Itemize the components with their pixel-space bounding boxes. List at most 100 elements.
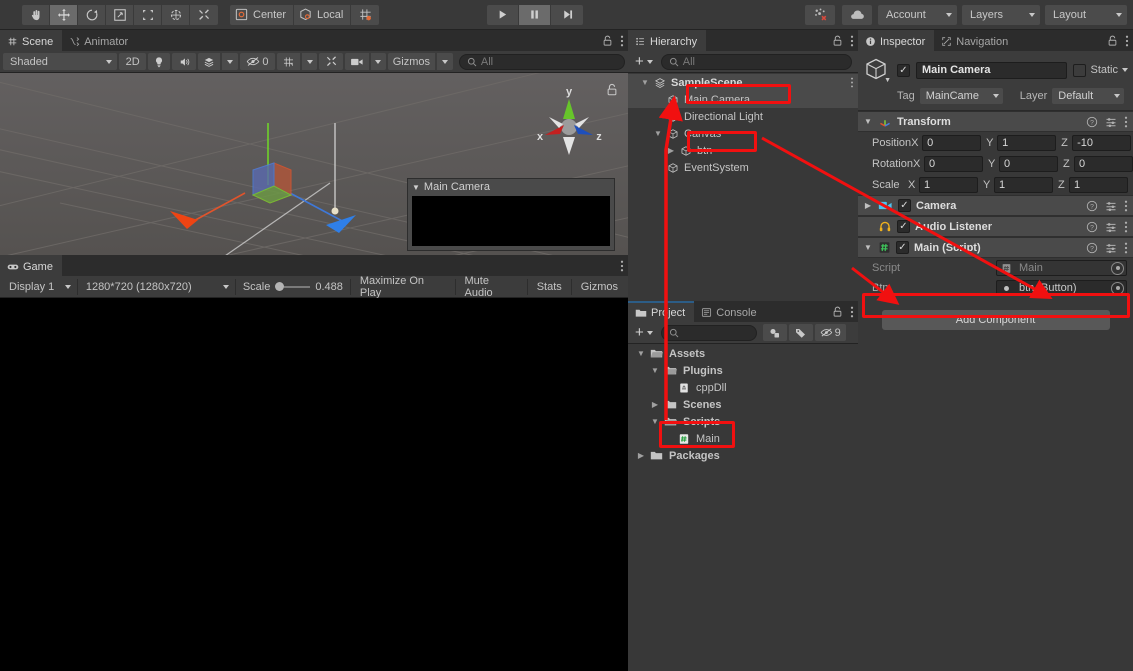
hierarchy-add-button[interactable]: + (631, 53, 657, 70)
hierarchy-search-input[interactable]: All (660, 53, 852, 70)
component-header-camera[interactable]: ▶ ✓ Camera? (858, 195, 1133, 216)
component-enabled-checkbox[interactable]: ✓ (897, 220, 910, 233)
transform-position-x-input[interactable]: 0 (922, 134, 982, 151)
resolution-dropdown[interactable]: 1280*720 (1280x720) (80, 278, 233, 295)
layers-dropdown[interactable]: Layers (962, 4, 1040, 25)
lock-icon[interactable] (602, 35, 613, 47)
scene-fx-button[interactable] (197, 53, 220, 70)
project-item-assets[interactable]: ▼ Assets (628, 345, 858, 362)
camera-preview-header[interactable]: ▼ Main Camera (408, 179, 614, 195)
scene-axis-gizmo[interactable]: y x z (527, 81, 611, 165)
chevron-down-icon[interactable]: ▼ (635, 349, 647, 358)
more-options-icon[interactable] (620, 260, 624, 272)
chevron-right-icon[interactable]: ▶ (665, 146, 677, 155)
scale-tool-button[interactable] (106, 4, 134, 25)
project-item-main[interactable]: Main (628, 430, 858, 447)
tab-project[interactable]: Project (628, 301, 695, 322)
transform-scale-y-input[interactable]: 1 (994, 176, 1053, 193)
more-options-icon[interactable] (850, 77, 854, 88)
more-options-icon[interactable] (1124, 116, 1128, 128)
help-icon[interactable]: ? (1086, 116, 1098, 128)
hierarchy-item-directional-light[interactable]: Directional Light (628, 108, 858, 125)
chevron-down-icon[interactable]: ▼ (649, 417, 661, 426)
btn-object-field[interactable]: btn (Button) (996, 280, 1127, 296)
help-icon[interactable]: ? (1086, 242, 1098, 254)
scene-tools-button[interactable] (319, 53, 343, 70)
play-button[interactable] (487, 4, 519, 25)
project-add-button[interactable]: + (631, 324, 657, 341)
custom-editor-tool-button[interactable] (190, 4, 218, 25)
hierarchy-item-btn[interactable]: ▶ btn (628, 142, 858, 159)
display-dropdown[interactable]: Display 1 (3, 278, 75, 295)
gameobject-name-input[interactable]: Main Camera (916, 61, 1068, 79)
scene-search-input[interactable]: All (458, 53, 626, 70)
preset-icon[interactable] (1105, 221, 1117, 233)
draw-mode-dropdown[interactable]: Shaded (3, 53, 118, 70)
component-enabled-checkbox[interactable]: ✓ (896, 241, 909, 254)
chevron-down-icon[interactable] (1122, 68, 1128, 72)
transform-scale-x-input[interactable]: 1 (919, 176, 978, 193)
help-icon[interactable]: ? (1086, 221, 1098, 233)
project-search-input[interactable] (660, 324, 757, 341)
more-options-icon[interactable] (1124, 242, 1128, 254)
filter-by-type-button[interactable] (762, 324, 787, 341)
tab-navigation[interactable]: Navigation (934, 30, 1017, 51)
scale-slider-control[interactable]: Scale 0.488 (238, 278, 348, 295)
chevron-down-icon[interactable]: ▼ (649, 366, 661, 375)
chevron-down-icon[interactable]: ▼ (863, 243, 873, 252)
tab-scene[interactable]: Scene (0, 30, 63, 51)
scene-grid-dropdown[interactable] (302, 53, 318, 70)
stats-button[interactable]: Stats (530, 278, 569, 295)
game-gizmos-button[interactable]: Gizmos (574, 278, 625, 295)
gameobject-enabled-checkbox[interactable]: ✓ (897, 63, 910, 77)
scene-lock-icon[interactable] (606, 83, 618, 97)
pause-button[interactable] (519, 4, 551, 25)
lock-icon[interactable] (832, 35, 843, 47)
layout-dropdown[interactable]: Layout (1045, 4, 1127, 25)
tab-console[interactable]: Console (694, 301, 765, 322)
transform-position-y-input[interactable]: 1 (997, 134, 1057, 151)
scene-camera-dropdown[interactable] (370, 53, 386, 70)
project-item-cppdll[interactable]: cppDll (628, 379, 858, 396)
transform-rotation-z-input[interactable]: 0 (1073, 155, 1133, 172)
chevron-down-icon[interactable]: ▼ (652, 129, 664, 138)
component-header-audio-listener[interactable]: ✓ Audio Listener? (858, 216, 1133, 237)
rotate-tool-button[interactable] (78, 4, 106, 25)
chevron-down-icon[interactable]: ▼ (639, 78, 651, 87)
hierarchy-item-main-camera[interactable]: Main Camera (628, 91, 858, 108)
move-tool-button[interactable] (50, 4, 78, 25)
pivot-mode-button[interactable]: Center (230, 4, 295, 25)
mute-audio-button[interactable]: Mute Audio (458, 275, 525, 299)
tag-dropdown[interactable]: MainCame (919, 88, 1003, 104)
step-button[interactable] (551, 4, 583, 25)
more-options-icon[interactable] (1124, 221, 1128, 233)
cloud-button[interactable] (842, 4, 872, 25)
hierarchy-item-eventsystem[interactable]: EventSystem (628, 159, 858, 176)
project-hidden-count-button[interactable]: 9 (814, 324, 846, 341)
scene-camera-button[interactable] (344, 53, 369, 70)
scale-slider-knob[interactable] (275, 282, 285, 291)
transform-scale-z-input[interactable]: 1 (1069, 176, 1128, 193)
transform-component-header[interactable]: ▼ Transform ? (858, 111, 1133, 132)
scene-grid-visibility-button[interactable] (276, 53, 301, 70)
more-options-icon[interactable] (850, 306, 854, 318)
handle-rotation-button[interactable]: Local (294, 4, 352, 25)
project-item-scenes[interactable]: ▶ Scenes (628, 396, 858, 413)
more-options-icon[interactable] (1124, 200, 1128, 212)
hierarchy-item-canvas[interactable]: ▼ Canvas (628, 125, 858, 142)
component-enabled-checkbox[interactable]: ✓ (898, 199, 911, 212)
script-object-field[interactable]: Main (996, 260, 1127, 276)
chevron-right-icon[interactable]: ▶ (635, 451, 647, 460)
chevron-right-icon[interactable]: ▶ (649, 400, 661, 409)
component-header-main-script[interactable]: ▼ ✓ Main (Script)? (858, 237, 1133, 258)
chevron-down-icon[interactable]: ▼ (863, 117, 873, 126)
more-options-icon[interactable] (620, 35, 624, 47)
2d-toggle-button[interactable]: 2D (119, 53, 147, 70)
transform-rotation-x-input[interactable]: 0 (923, 155, 983, 172)
preset-icon[interactable] (1105, 116, 1117, 128)
tab-inspector[interactable]: Inspector (858, 30, 935, 51)
scene-hidden-objects-button[interactable]: 0 (239, 53, 275, 70)
preset-icon[interactable] (1105, 242, 1117, 254)
grid-snapping-button[interactable] (351, 4, 380, 25)
gizmos-button[interactable]: Gizmos (387, 53, 435, 70)
